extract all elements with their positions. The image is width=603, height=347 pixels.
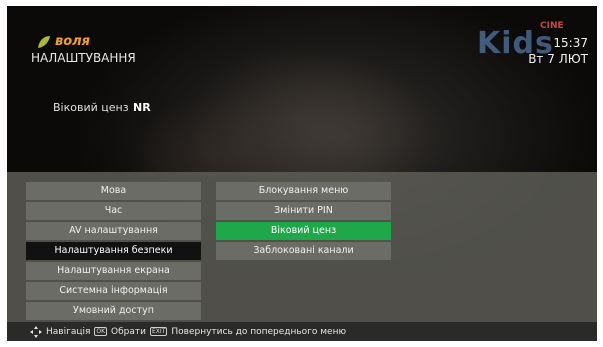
- footer-select-label: Обрати: [111, 326, 147, 337]
- menu-item-system-info[interactable]: Системна інформація: [26, 282, 201, 300]
- clock-date: Вт 7 ЛЮТ: [528, 52, 588, 66]
- age-rating-label: Віковий ценз: [53, 101, 129, 114]
- page-title: НАЛАШТУВАННЯ: [31, 51, 136, 65]
- provider-logo-text: воля: [55, 34, 91, 49]
- menu-item-conditional-access[interactable]: Умовний доступ: [26, 302, 201, 320]
- footer-back-label: Повернутись до попереднього меню: [171, 326, 347, 337]
- navigation-arrows-icon: [30, 325, 42, 338]
- clock-time: 15:37: [553, 36, 588, 50]
- footer-navigation-label: Навігація: [46, 326, 91, 337]
- ok-key-icon: OK: [94, 327, 108, 336]
- menu-item-language[interactable]: Мова: [26, 182, 201, 200]
- security-submenu: Блокування меню Змінити PIN Віковий ценз…: [216, 182, 391, 262]
- menu-item-screen-settings[interactable]: Налаштування екрана: [26, 262, 201, 280]
- menu-item-time[interactable]: Час: [26, 202, 201, 220]
- submenu-item-change-pin[interactable]: Змінити PIN: [216, 202, 391, 220]
- channel-logo-sub: CINE: [540, 21, 564, 31]
- submenu-item-age-rating[interactable]: Віковий ценз: [216, 222, 391, 240]
- submenu-item-locked-channels[interactable]: Заблоковані канали: [216, 242, 391, 260]
- menu-item-av-settings[interactable]: AV налаштування: [26, 222, 201, 240]
- submenu-item-menu-lock[interactable]: Блокування меню: [216, 182, 391, 200]
- exit-key-icon: EXIT: [150, 327, 168, 336]
- footer-hint-bar: Навігація OK Обрати EXIT Повернутись до …: [7, 322, 597, 341]
- menu-item-security-settings[interactable]: Налаштування безпеки: [26, 242, 201, 260]
- age-rating-value: NR: [133, 101, 151, 114]
- provider-logo: воля: [37, 34, 90, 49]
- leaf-logo-icon: [38, 35, 50, 48]
- settings-category-menu: Мова Час AV налаштування Налаштування бе…: [26, 182, 201, 322]
